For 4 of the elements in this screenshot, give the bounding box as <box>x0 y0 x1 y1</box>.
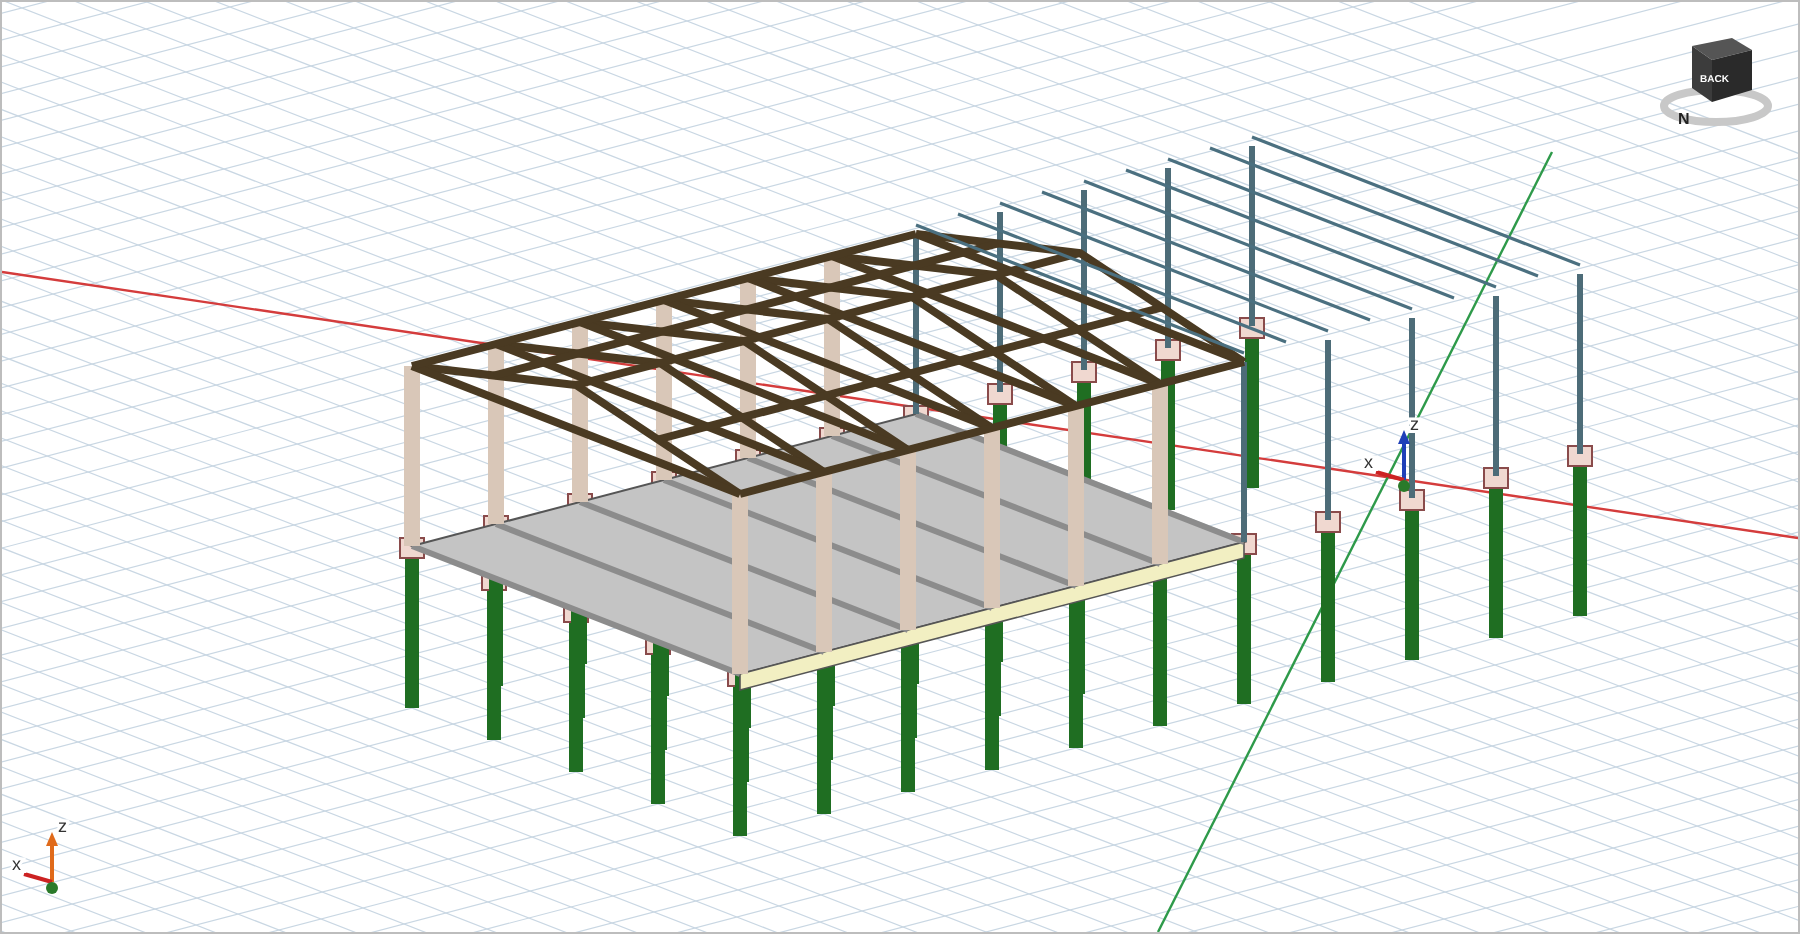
compass-label[interactable]: N <box>1678 110 1690 128</box>
z-axis-label: z <box>58 816 67 836</box>
x-axis-label: x <box>12 854 21 874</box>
x-axis-label: x <box>1364 452 1373 472</box>
